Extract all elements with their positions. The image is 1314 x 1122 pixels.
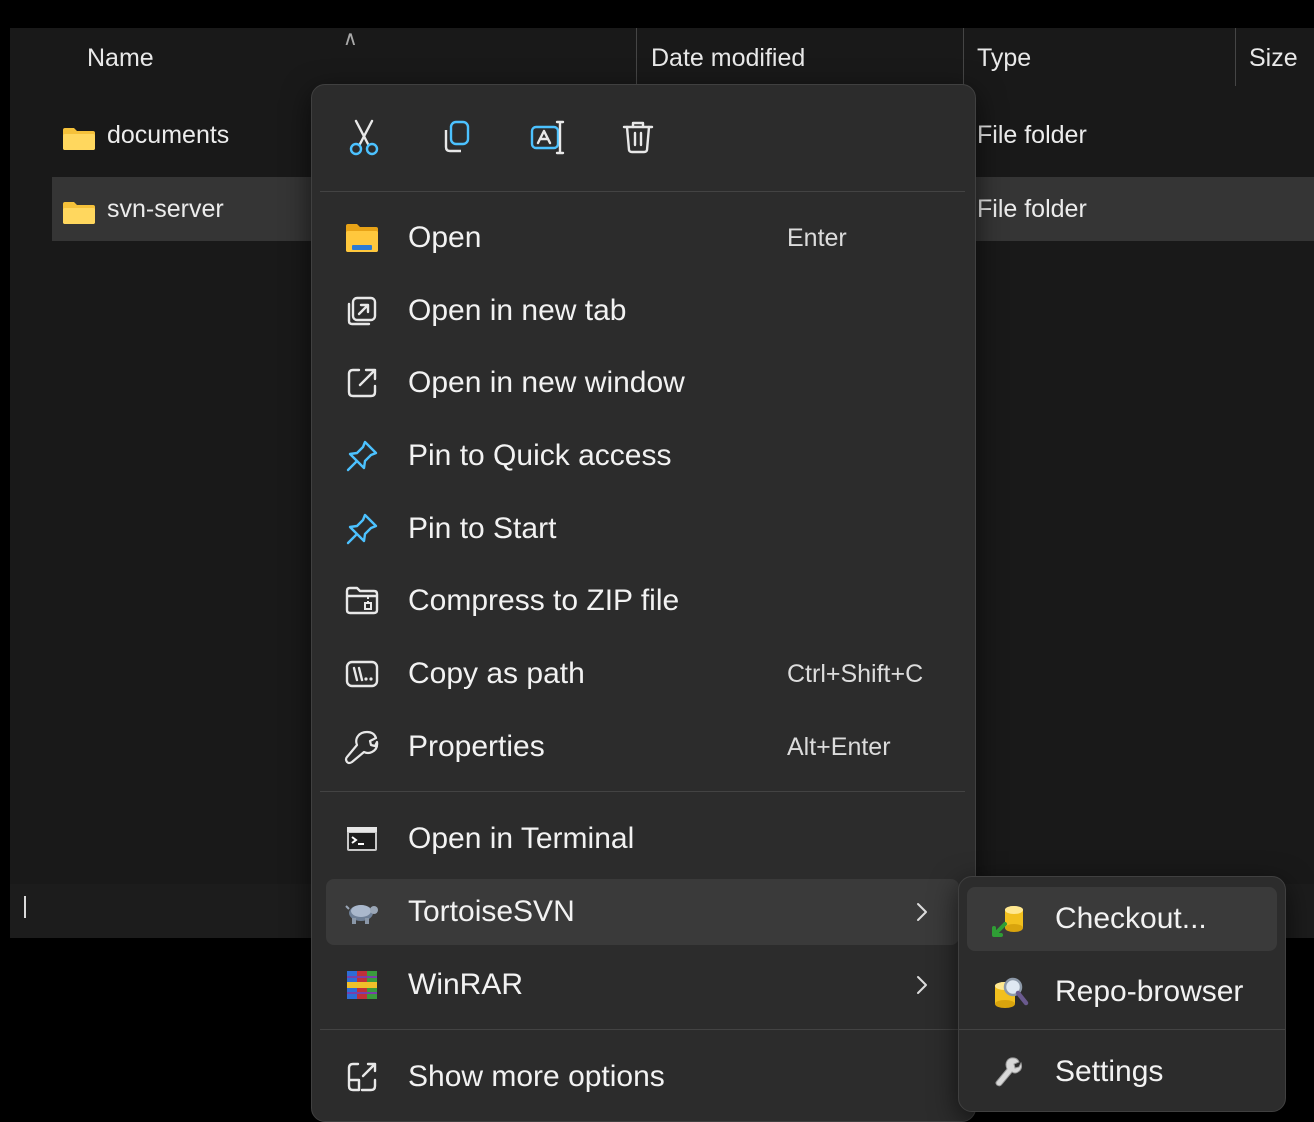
new-tab-icon <box>347 296 377 326</box>
rename-icon[interactable] <box>527 117 567 157</box>
menu-item-properties[interactable]: Properties Alt+Enter <box>326 714 959 780</box>
menu-divider <box>320 791 965 792</box>
menu-item-label: WinRAR <box>408 968 524 1001</box>
sort-ascending-icon: ∧ <box>343 28 358 50</box>
submenu-item-label: Checkout... <box>1055 902 1207 935</box>
submenu-item-label: Settings <box>1055 1055 1164 1088</box>
menu-item-open-in-terminal[interactable]: Open in Terminal <box>326 806 959 872</box>
terminal-icon <box>347 827 377 851</box>
file-type: File folder <box>977 121 1087 149</box>
wrench-icon <box>344 730 379 765</box>
chevron-right-icon <box>917 976 927 994</box>
menu-divider <box>320 191 965 192</box>
column-divider[interactable] <box>636 28 637 86</box>
zip-icon <box>345 586 379 615</box>
menu-item-label: Open in Terminal <box>408 822 635 855</box>
menu-item-compress-to-zip[interactable]: Compress to ZIP file <box>326 568 959 634</box>
menu-item-open-in-new-window[interactable]: Open in new window <box>326 350 959 416</box>
column-divider[interactable] <box>1235 28 1236 86</box>
pin-icon <box>346 513 378 545</box>
submenu-item-settings[interactable]: Settings <box>967 1040 1277 1104</box>
column-divider[interactable] <box>963 28 964 86</box>
menu-item-label: Show more options <box>408 1060 665 1093</box>
menu-divider <box>320 1029 965 1030</box>
context-menu-toolbar <box>312 85 975 191</box>
svn-repo-browser-icon <box>995 977 1029 1008</box>
copy-path-icon <box>345 660 379 688</box>
file-name: documents <box>107 121 230 149</box>
text-cursor <box>24 896 26 918</box>
cut-icon[interactable] <box>344 117 384 157</box>
more-options-icon <box>347 1062 377 1092</box>
column-header-name[interactable]: Name <box>87 28 154 88</box>
column-header-type[interactable]: Type <box>977 28 1031 88</box>
menu-item-label: Properties <box>408 730 545 763</box>
submenu-item-label: Repo-browser <box>1055 975 1244 1008</box>
menu-item-tortoisesvn[interactable]: TortoiseSVN <box>326 879 959 945</box>
svn-checkout-icon <box>992 906 1023 937</box>
folder-open-icon <box>346 224 378 252</box>
settings-wrench-icon <box>995 1057 1023 1087</box>
column-header-date-modified[interactable]: Date modified <box>651 28 805 88</box>
menu-item-pin-to-start[interactable]: Pin to Start <box>326 496 959 562</box>
tortoise-icon <box>345 905 378 924</box>
menu-item-winrar[interactable]: WinRAR <box>326 952 959 1018</box>
menu-item-label: Copy as path <box>408 657 585 690</box>
menu-item-pin-to-quick-access[interactable]: Pin to Quick access <box>326 423 959 489</box>
file-type: File folder <box>977 195 1087 223</box>
menu-item-copy-as-path[interactable]: Copy as path Ctrl+Shift+C <box>326 641 959 707</box>
folder-icon <box>63 128 95 150</box>
folder-icon <box>63 202 95 224</box>
menu-item-label: Open <box>408 221 482 254</box>
submenu-item-repo-browser[interactable]: Repo-browser <box>967 960 1277 1024</box>
menu-item-label: Open in new window <box>408 366 685 399</box>
submenu-item-checkout[interactable]: Checkout... <box>967 887 1277 951</box>
menu-item-open-in-new-tab[interactable]: Open in new tab <box>326 278 959 344</box>
context-menu: Open Enter Open in new tab Open in new w… <box>311 84 976 1122</box>
menu-item-label: Open in new tab <box>408 294 627 327</box>
submenu-divider <box>959 1029 1285 1030</box>
menu-item-label: Pin to Quick access <box>408 439 672 472</box>
pin-icon <box>346 440 378 472</box>
copy-icon[interactable] <box>436 117 476 157</box>
file-name: svn-server <box>107 195 224 223</box>
menu-item-shortcut: Alt+Enter <box>787 733 891 761</box>
menu-item-open[interactable]: Open Enter <box>326 205 959 271</box>
menu-item-show-more-options[interactable]: Show more options <box>326 1044 959 1110</box>
menu-item-label: TortoiseSVN <box>408 895 575 928</box>
column-header-size[interactable]: Size <box>1249 28 1298 88</box>
menu-item-label: Pin to Start <box>408 512 557 545</box>
delete-icon[interactable] <box>618 117 658 157</box>
menu-item-shortcut: Enter <box>787 224 847 252</box>
tortoisesvn-submenu: Checkout... Repo-browser Settings <box>958 876 1286 1112</box>
chevron-right-icon <box>917 903 927 921</box>
menu-item-shortcut: Ctrl+Shift+C <box>787 660 924 688</box>
menu-item-label: Compress to ZIP file <box>408 584 680 617</box>
winrar-icon <box>347 971 377 999</box>
new-window-icon <box>347 368 377 398</box>
